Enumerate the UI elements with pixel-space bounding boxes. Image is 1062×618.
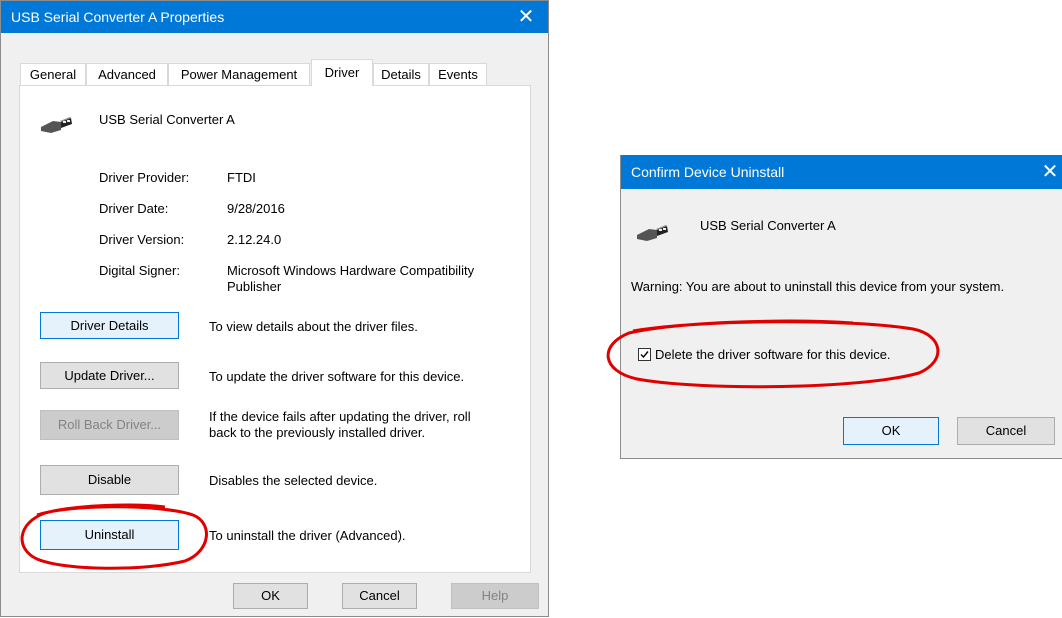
- driver-details-desc: To view details about the driver files.: [209, 319, 418, 334]
- roll-back-desc-line2: back to the previously installed driver.: [209, 425, 426, 440]
- driver-provider-label: Driver Provider:: [99, 170, 190, 185]
- digital-signer-value-line1: Microsoft Windows Hardware Compatibility: [227, 263, 475, 278]
- digital-signer-value-line2: Publisher: [227, 279, 282, 294]
- confirm-ok-button[interactable]: OK: [843, 417, 939, 445]
- disable-button[interactable]: Disable: [40, 465, 179, 495]
- driver-date-value: 9/28/2016: [227, 201, 285, 216]
- driver-version-value: 2.12.24.0: [227, 232, 282, 247]
- driver-details-button[interactable]: Driver Details: [40, 312, 179, 339]
- ok-button[interactable]: OK: [233, 583, 308, 609]
- digital-signer-label: Digital Signer:: [99, 263, 180, 278]
- driver-date-label: Driver Date:: [99, 201, 169, 216]
- cancel-button[interactable]: Cancel: [342, 583, 417, 609]
- properties-dialog: USB Serial Converter A Properties ✕ Gene…: [0, 0, 549, 617]
- roll-back-driver-button[interactable]: Roll Back Driver...: [40, 410, 179, 440]
- annotation-circle-uninstall: [20, 503, 208, 570]
- confirm-device-name: USB Serial Converter A: [700, 218, 836, 233]
- warning-text: Warning: You are about to uninstall this…: [631, 279, 1005, 294]
- confirm-cancel-button[interactable]: Cancel: [957, 417, 1055, 445]
- confirm-title: Confirm Device Uninstall: [631, 164, 785, 180]
- uninstall-desc: To uninstall the driver (Advanced).: [209, 528, 406, 543]
- confirm-title-bar[interactable]: Confirm Device Uninstall ✕: [621, 155, 1062, 189]
- roll-back-desc-line1: If the device fails after updating the d…: [209, 409, 471, 424]
- help-button[interactable]: Help: [451, 583, 539, 609]
- confirm-uninstall-dialog: Confirm Device Uninstall ✕ USB Serial Co…: [606, 155, 1062, 459]
- driver-version-label: Driver Version:: [99, 232, 185, 247]
- driver-provider-value: FTDI: [227, 170, 256, 185]
- disable-desc: Disables the selected device.: [209, 473, 378, 488]
- close-icon[interactable]: ✕: [1028, 155, 1062, 187]
- update-driver-desc: To update the driver software for this d…: [209, 369, 465, 384]
- usb-plug-icon: [637, 225, 668, 241]
- update-driver-button[interactable]: Update Driver...: [40, 362, 179, 389]
- device-name: USB Serial Converter A: [99, 112, 235, 127]
- usb-plug-icon: [41, 117, 72, 133]
- annotation-circle-checkbox: [606, 319, 940, 389]
